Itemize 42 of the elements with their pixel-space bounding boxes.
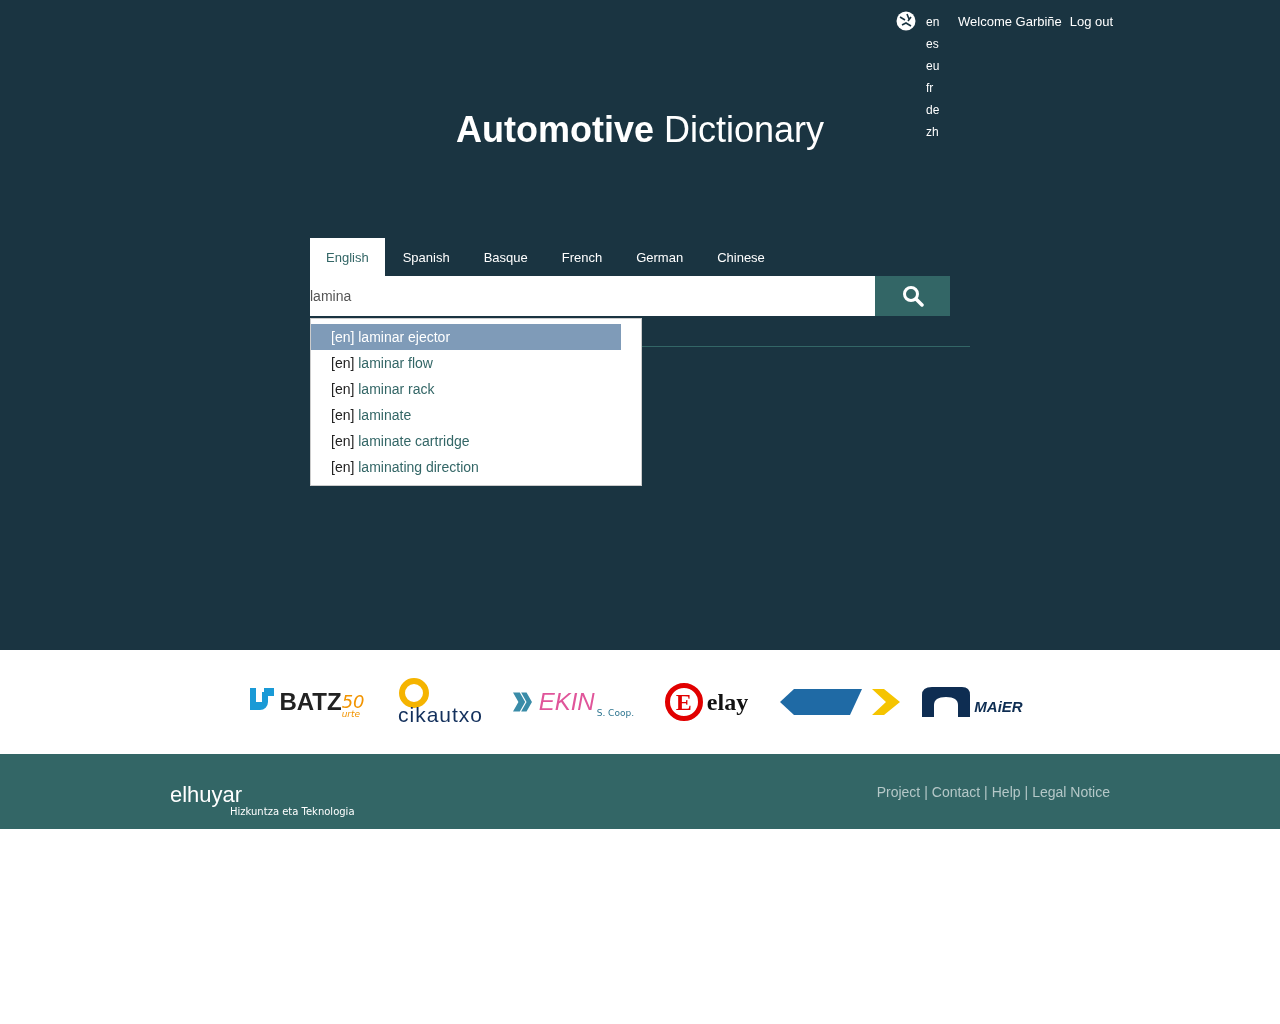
language-tab[interactable]: Spanish [386,238,466,276]
cikautxo-logo-text: cikautxo [397,703,483,727]
elay-logo-text: elay [706,688,749,716]
brand-tagline: Hizkuntza eta Teknologia [230,806,355,817]
language-tab[interactable]: Basque [467,238,544,276]
maier-mark-icon [922,687,971,717]
maier-logo-text: MAiER [974,697,1023,715]
link-separator: | [1024,784,1029,800]
search-button[interactable] [875,276,950,316]
anniversary-number: 50 urte [341,693,365,719]
greeting-label: Welcome Garbiñe [958,13,1062,31]
footer-link[interactable]: Help [991,784,1021,800]
link-separator: | [984,784,988,800]
suggestion-item[interactable]: [en] laminate [311,402,621,428]
language-link[interactable]: es [926,33,958,55]
language-link[interactable]: zh [926,121,958,143]
language-link[interactable]: eu [926,55,958,77]
elhuyar-logo-text: elhuyar [170,784,243,806]
coop-text: S. Coop. [596,708,634,718]
language-link[interactable]: de [926,99,958,121]
language-tab[interactable]: English [310,238,385,276]
footer-link[interactable]: Project [876,784,921,800]
suggestion-item[interactable]: [en] laminar rack [311,376,621,402]
logout-link[interactable]: Log out [1069,11,1114,33]
elay-emblem: E [664,683,703,721]
batz-logo-text: BATZ [279,688,342,715]
site-title: Automotive Dictionary [455,108,825,152]
language-link[interactable]: fr [926,77,958,99]
ekin-logo-text: EKIN [538,688,595,716]
search-field[interactable]: lamina [310,276,875,316]
footer-link[interactable]: Contact [931,784,981,800]
ring-icon [397,677,430,709]
suggestion-item[interactable]: [en] laminating direction [311,454,621,480]
language-tab[interactable]: French [545,238,619,276]
suggestion-item[interactable]: [en] laminar flow [311,350,621,376]
language-tab[interactable]: German [620,238,700,276]
language-link[interactable]: en [926,11,958,33]
link-separator: | [924,784,928,800]
search-icon [901,285,924,307]
language-tab[interactable]: Chinese [701,238,781,276]
suggestion-item[interactable]: [en] laminate cartridge [311,428,621,454]
footer-link[interactable]: Legal Notice [1032,784,1110,800]
